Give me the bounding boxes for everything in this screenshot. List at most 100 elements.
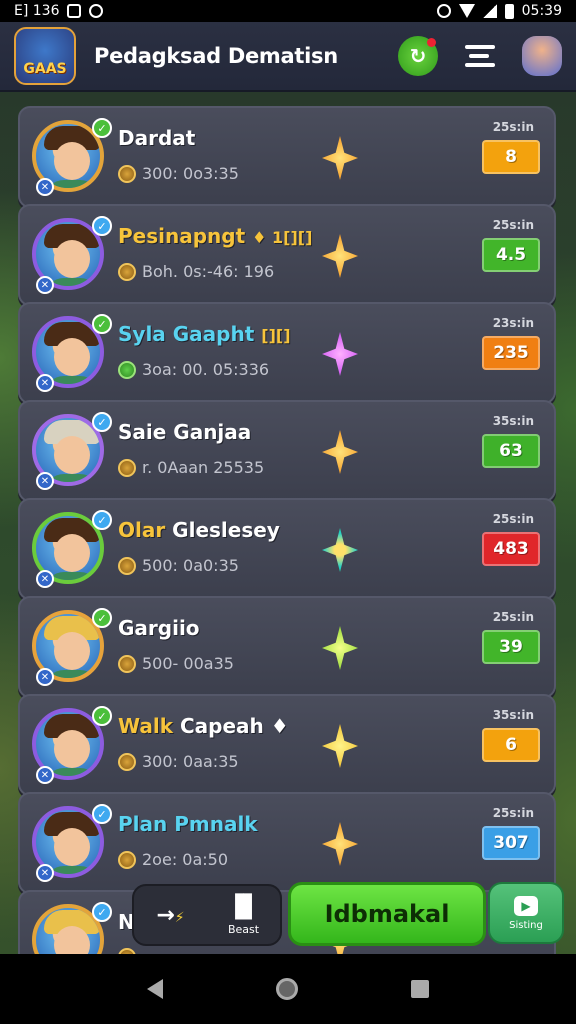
player-name-first: Olar bbox=[118, 518, 166, 542]
player-stats: 3oa: 00. 05:336 bbox=[118, 360, 269, 379]
status-time: 05:39 bbox=[521, 3, 562, 19]
level-badge-icon: ✕ bbox=[36, 276, 54, 294]
level-badge-icon: ✕ bbox=[36, 374, 54, 392]
player-score[interactable]: 235 bbox=[482, 336, 540, 370]
boost-button[interactable]: →⚡ bbox=[134, 886, 207, 944]
action-bar: →⚡ ▐▌ Beast Idbmakal ▶ Sisting bbox=[0, 878, 576, 950]
player-stats-text: r. 0Aaan 25535 bbox=[142, 458, 265, 477]
star-icon bbox=[322, 822, 358, 866]
beast-icon: ▐▌ bbox=[226, 894, 261, 920]
player-time: 25s:in bbox=[492, 120, 534, 134]
coin-icon bbox=[118, 458, 136, 477]
player-name: Saie Ganjaa bbox=[118, 420, 251, 444]
profile-button[interactable] bbox=[522, 36, 562, 76]
player-stats: 500: 0a0:35 bbox=[118, 556, 239, 575]
player-row[interactable]: ✓ ✕ Olar Gleslesey 500: 0a0:35 25s:in 48… bbox=[18, 498, 556, 600]
menu-button[interactable] bbox=[460, 36, 500, 76]
player-stats-text: 300: 0o3:35 bbox=[142, 164, 239, 183]
coin-icon bbox=[118, 752, 136, 771]
app-header: GAAS Pedagksad Dematisn ↻ bbox=[0, 22, 576, 92]
star-icon bbox=[322, 136, 358, 180]
player-name-first: Walk bbox=[118, 714, 173, 738]
player-stats-text: 3oa: 00. 05:336 bbox=[142, 360, 270, 379]
player-time: 23s:in bbox=[492, 316, 534, 330]
player-score[interactable]: 8 bbox=[482, 140, 540, 174]
player-score[interactable]: 63 bbox=[482, 434, 540, 468]
android-nav-bar bbox=[0, 954, 576, 1024]
check-badge-icon: ✓ bbox=[92, 706, 112, 726]
player-name-suffix: ♦ 1[][] bbox=[252, 228, 313, 247]
coin-icon bbox=[118, 360, 136, 379]
level-badge-icon: ✕ bbox=[36, 668, 54, 686]
coin-icon bbox=[118, 556, 136, 575]
player-row[interactable]: ✓ ✕ Gargiio 500- 00a35 25s:in 39 bbox=[18, 596, 556, 698]
coin-icon bbox=[118, 850, 136, 869]
player-score[interactable]: 307 bbox=[482, 826, 540, 860]
beast-label: Beast bbox=[227, 922, 260, 936]
player-score[interactable]: 39 bbox=[482, 630, 540, 664]
player-score[interactable]: 6 bbox=[482, 728, 540, 762]
refresh-button[interactable]: ↻ bbox=[398, 36, 438, 76]
wifi-icon bbox=[458, 4, 475, 18]
player-name-rest: Gleslesey bbox=[165, 518, 280, 542]
back-icon[interactable] bbox=[146, 979, 163, 999]
level-badge-icon: ✕ bbox=[36, 178, 54, 196]
player-name: Pesinapngt ♦ 1[][] bbox=[118, 224, 312, 248]
check-badge-icon: ✓ bbox=[92, 314, 112, 334]
app-notification-icon bbox=[89, 4, 104, 18]
game-logo[interactable]: GAAS bbox=[14, 27, 76, 85]
player-name-rest: Capeah ♦ bbox=[173, 714, 289, 738]
player-name-text: Dardat bbox=[118, 126, 196, 150]
player-name: Olar Gleslesey bbox=[118, 518, 280, 542]
player-name-text: Pesinapngt bbox=[118, 224, 246, 248]
notification-icon bbox=[67, 4, 82, 18]
alarm-icon bbox=[436, 4, 451, 18]
star-icon bbox=[322, 430, 358, 474]
player-score[interactable]: 4.5 bbox=[482, 238, 540, 272]
signal-icon bbox=[482, 4, 497, 18]
player-time: 35s:in bbox=[492, 708, 534, 722]
recents-icon[interactable] bbox=[411, 980, 430, 998]
player-time: 25s:in bbox=[492, 610, 534, 624]
star-icon bbox=[322, 528, 358, 572]
player-row[interactable]: ✓ ✕ Dardat 300: 0o3:35 25s:in 8 bbox=[18, 106, 556, 208]
player-time: 25s:in bbox=[492, 512, 534, 526]
battery-icon bbox=[504, 3, 514, 19]
check-badge-icon: ✓ bbox=[92, 216, 112, 236]
player-row[interactable]: ✓ ✕ Saie Ganjaa r. 0Aaan 25535 35s:in 63 bbox=[18, 400, 556, 502]
star-icon bbox=[322, 332, 358, 376]
star-icon bbox=[322, 234, 358, 278]
player-stats-text: 2oe: 0a:50 bbox=[142, 850, 229, 869]
refresh-icon: ↻ bbox=[409, 44, 427, 68]
beast-button[interactable]: ▐▌ Beast bbox=[207, 886, 280, 944]
player-row[interactable]: ✓ ✕ Pesinapngt ♦ 1[][] Boh. 0s:-46: 196 … bbox=[18, 204, 556, 306]
menu-icon bbox=[465, 45, 495, 67]
arrow-bolt-icon: →⚡ bbox=[156, 902, 185, 928]
player-stats: 300: 0aa:35 bbox=[118, 752, 239, 771]
settings-button[interactable]: ▶ Sisting bbox=[488, 882, 564, 944]
player-name-text: Plan Pmnalk bbox=[118, 812, 258, 836]
player-score[interactable]: 483 bbox=[482, 532, 540, 566]
page-title: Pedagksad Dematisn bbox=[94, 44, 338, 68]
player-name: Walk Capeah ♦ bbox=[118, 714, 289, 738]
status-left-text: E] 136 bbox=[14, 3, 60, 19]
status-bar: E] 136 05:39 bbox=[0, 0, 576, 22]
player-stats: 300: 0o3:35 bbox=[118, 164, 239, 183]
main-action-button[interactable]: Idbmakal bbox=[288, 882, 486, 946]
star-icon bbox=[322, 724, 358, 768]
player-time: 25s:in bbox=[492, 218, 534, 232]
check-badge-icon: ✓ bbox=[92, 804, 112, 824]
check-badge-icon: ✓ bbox=[92, 608, 112, 628]
player-row[interactable]: ✓ ✕ Syla Gaapht [][] 3oa: 00. 05:336 23s… bbox=[18, 302, 556, 404]
quick-action-group: →⚡ ▐▌ Beast bbox=[132, 884, 282, 946]
player-stats: 500- 00a35 bbox=[118, 654, 234, 673]
settings-icon: ▶ bbox=[514, 895, 538, 916]
player-row[interactable]: ✓ ✕ Walk Capeah ♦ 300: 0aa:35 35s:in 6 bbox=[18, 694, 556, 796]
player-list: ✓ ✕ Dardat 300: 0o3:35 25s:in 8 ✓ ✕ Pesi… bbox=[18, 106, 556, 992]
check-badge-icon: ✓ bbox=[92, 510, 112, 530]
player-name: Dardat bbox=[118, 126, 195, 150]
home-icon[interactable] bbox=[275, 978, 298, 1000]
level-badge-icon: ✕ bbox=[36, 472, 54, 490]
player-name-text: Saie Ganjaa bbox=[118, 420, 252, 444]
level-badge-icon: ✕ bbox=[36, 766, 54, 784]
